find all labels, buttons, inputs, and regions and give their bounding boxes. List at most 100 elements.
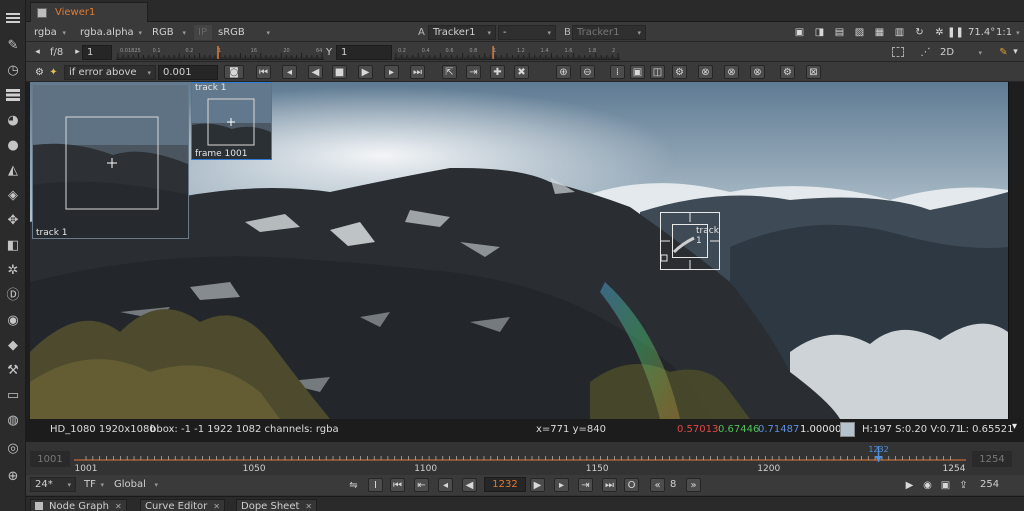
- deep-icon[interactable]: Ⓓ: [3, 285, 23, 305]
- keyframe-display-icon[interactable]: ◫: [650, 65, 665, 79]
- close-icon[interactable]: ✕: [115, 502, 122, 511]
- center-viewer-icon[interactable]: ⊠: [806, 65, 821, 79]
- timeline-track[interactable]: 1232 1001 1050 1100 1150 1200 1254: [74, 444, 966, 474]
- flipbook-play-icon[interactable]: ▶: [902, 478, 917, 492]
- pause-icon[interactable]: ❚❚: [947, 25, 964, 39]
- furnace-icon[interactable]: ◍: [3, 410, 23, 430]
- roi-select-icon[interactable]: [892, 47, 904, 57]
- merge-layers-icon[interactable]: ◈: [3, 185, 23, 205]
- plugins-icon[interactable]: ◎: [3, 438, 23, 458]
- alpha-channel-dropdown[interactable]: rgba.alpha ▾: [76, 25, 146, 40]
- track-backward-one-icon[interactable]: ◂: [282, 65, 297, 79]
- go-to-start-icon[interactable]: ⏮: [390, 478, 405, 492]
- zoom-dropdown[interactable]: 71.4°: [964, 25, 995, 40]
- current-frame-field[interactable]: 1232: [484, 477, 526, 492]
- other-icon[interactable]: ▭: [3, 385, 23, 405]
- track-backward-icon[interactable]: ◀: [308, 65, 323, 79]
- views-eye-icon[interactable]: ◉: [3, 310, 23, 330]
- track-range-icon[interactable]: ⇱: [442, 65, 457, 79]
- add-keyframe-icon[interactable]: ✚: [490, 65, 505, 79]
- keyer-icon[interactable]: ◭: [3, 160, 23, 180]
- ip-toggle[interactable]: IP: [194, 25, 212, 40]
- draw-brush-icon[interactable]: ✎: [3, 35, 23, 55]
- toolsets-wrench-icon[interactable]: ⚒: [3, 360, 23, 380]
- range-mode-dropdown[interactable]: Global ▾: [110, 477, 162, 492]
- delete-keyframe-icon[interactable]: ✖: [514, 65, 529, 79]
- camera-snapshot-icon[interactable]: ◙: [224, 65, 244, 79]
- viewer-canvas[interactable]: track 1 track 1 frame 1001 track 1: [30, 82, 1008, 419]
- in-point-field[interactable]: 1001: [30, 451, 70, 467]
- auto-track-icon[interactable]: ⚙: [672, 65, 687, 79]
- fstop-left-arrow-icon[interactable]: ◂: [30, 45, 45, 59]
- step-forward-icon[interactable]: ▸: [554, 478, 569, 492]
- track-to-start-icon[interactable]: ⏮: [256, 65, 271, 79]
- input-b-dropdown[interactable]: Tracker1 ▾: [572, 25, 646, 40]
- playback-mode-icon[interactable]: ⇋: [346, 478, 361, 492]
- track-forward-icon[interactable]: ▶: [358, 65, 373, 79]
- gamma-field[interactable]: 1: [336, 45, 392, 60]
- keyframe-thumbnail[interactable]: track 1 frame 1001: [191, 82, 272, 160]
- particles-icon[interactable]: ✲: [3, 260, 23, 280]
- transform-handles-icon[interactable]: ⋰: [918, 45, 933, 59]
- next-keyframe-icon[interactable]: ⇥: [578, 478, 593, 492]
- close-icon[interactable]: ✕: [213, 502, 220, 511]
- refine-icon[interactable]: ⚙: [780, 65, 795, 79]
- composite-mode-dropdown[interactable]: - ▾: [498, 25, 556, 40]
- gain-slider[interactable]: 0.01825 0.1 0.2 1 16 20 64: [116, 45, 324, 60]
- clear-forward-icon[interactable]: ⊗: [750, 65, 765, 79]
- checker-icon[interactable]: ▤: [832, 25, 847, 39]
- add-track-icon[interactable]: ⊕: [556, 65, 571, 79]
- input-a-dropdown[interactable]: Tracker1 ▾: [428, 25, 496, 40]
- track-forward-one-icon[interactable]: ▸: [384, 65, 399, 79]
- clear-all-icon[interactable]: ⊗: [698, 65, 713, 79]
- remove-track-icon[interactable]: ⊖: [580, 65, 595, 79]
- overlay-icon[interactable]: ▦: [872, 25, 887, 39]
- viewer-lut-dropdown[interactable]: sRGB ▾: [214, 25, 274, 40]
- channel-bars-icon[interactable]: [3, 85, 23, 105]
- color-wheel-icon[interactable]: ◕: [3, 110, 23, 130]
- step-increment-field[interactable]: 8: [666, 477, 686, 492]
- tab-grip-icon[interactable]: [37, 7, 47, 18]
- close-icon[interactable]: ✕: [305, 502, 312, 511]
- time-clock-icon[interactable]: ◷: [3, 60, 23, 80]
- gain-field[interactable]: 1: [82, 45, 112, 60]
- skip-back-icon[interactable]: «: [650, 478, 665, 492]
- play-forward-icon[interactable]: ▶: [530, 478, 545, 492]
- go-to-end-icon[interactable]: ⏭: [602, 478, 617, 492]
- proxy-dropdown[interactable]: 1:1 ▾: [992, 25, 1022, 40]
- chevron-down-icon[interactable]: ▾: [1008, 45, 1023, 59]
- previous-keyframe-icon[interactable]: ⇤: [414, 478, 429, 492]
- filter-circle-icon[interactable]: ●: [3, 135, 23, 155]
- step-back-icon[interactable]: ◂: [438, 478, 453, 492]
- settings-gear-icon[interactable]: ✲: [932, 25, 947, 39]
- show-grid-icon[interactable]: ⁞: [610, 65, 625, 79]
- refresh-icon[interactable]: ↻: [912, 25, 927, 39]
- export-icon[interactable]: ⇪: [956, 478, 971, 492]
- play-backward-icon[interactable]: ◀: [462, 478, 477, 492]
- gamut-icon[interactable]: ▥: [892, 25, 907, 39]
- roi-icon[interactable]: ▣: [792, 25, 807, 39]
- track-to-end-icon[interactable]: ⏭: [410, 65, 425, 79]
- keyframe-forward-icon[interactable]: ⇥: [466, 65, 481, 79]
- out-point-icon[interactable]: O: [624, 478, 639, 492]
- zebra-icon[interactable]: ▨: [852, 25, 867, 39]
- toolbar-menu-icon[interactable]: [3, 8, 23, 28]
- tab-curve-editor[interactable]: Curve Editor ✕: [140, 499, 225, 511]
- tracker-key-icon[interactable]: ✦: [46, 65, 61, 79]
- fps-dropdown[interactable]: 24* ▾: [30, 477, 76, 492]
- transform-icon[interactable]: ✥: [3, 210, 23, 230]
- info-menu-icon[interactable]: ▾: [1012, 421, 1017, 432]
- stop-tracking-icon[interactable]: ■: [332, 65, 347, 79]
- track-zoom-window[interactable]: track 1: [32, 84, 189, 239]
- cache-icon[interactable]: ▣: [938, 478, 953, 492]
- gamma-slider[interactable]: 0.2 0.4 0.6 0.8 1 1.2 1.4 1.6 1.8 2: [394, 45, 620, 60]
- clear-backward-icon[interactable]: ⊗: [724, 65, 739, 79]
- zoom-window-icon[interactable]: ▣: [630, 65, 645, 79]
- error-mode-dropdown[interactable]: if error above ▾: [64, 65, 156, 80]
- display-mode-dropdown[interactable]: RGB ▾: [148, 25, 190, 40]
- 3d-cube-icon[interactable]: ◧: [3, 235, 23, 255]
- view-mode-dropdown[interactable]: 2D ▾: [936, 45, 986, 60]
- record-icon[interactable]: ◉: [920, 478, 935, 492]
- nuke-logo-icon[interactable]: ⊕: [3, 466, 23, 486]
- timecode-mode-dropdown[interactable]: TF ▾: [80, 477, 108, 492]
